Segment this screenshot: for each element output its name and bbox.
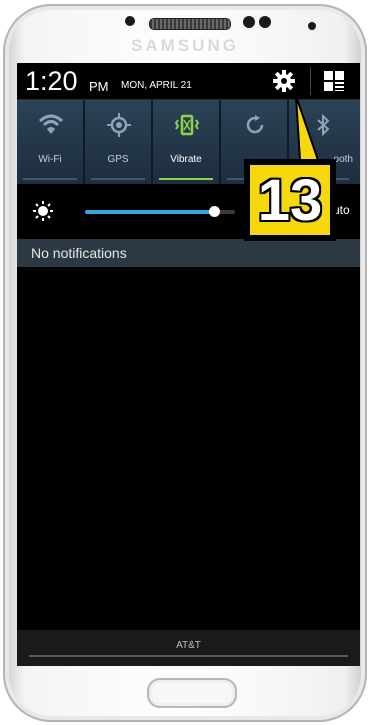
date-label: MON, APRIL 21 [121,80,192,91]
brightness-icon [33,201,53,221]
screen: 1:20 PM MON, APRIL 21 Wi-Fi GPS Vibrate … [17,63,360,666]
tile-vibrate[interactable]: Vibrate [153,100,221,184]
settings-gear-icon[interactable] [272,69,296,93]
notifications-header: No notifications [17,239,360,267]
carrier-bar: AT&T [17,630,360,666]
led-indicator [308,22,316,30]
tile-label: Vibrate [170,154,202,165]
tile-label: GPS [107,154,129,165]
wifi-icon [38,114,64,134]
clock-ampm: PM [89,79,109,94]
no-notifications-label: No notifications [31,245,127,261]
tile-wifi[interactable]: Wi-Fi [17,100,85,184]
tile-gps[interactable]: GPS [85,100,153,184]
gps-icon [107,113,131,137]
tile-indicator [159,178,213,180]
step-callout: 13 [244,159,336,241]
tile-indicator [91,178,145,180]
home-button[interactable] [147,678,237,708]
brightness-slider[interactable] [85,206,235,217]
drag-handle[interactable] [29,655,348,657]
tile-label: Wi-Fi [38,154,62,165]
callout-number: 13 [257,168,323,233]
carrier-label: AT&T [176,640,201,651]
bluetooth-icon [317,113,330,137]
screen-rotation-icon [246,115,264,134]
light-sensor [259,16,271,28]
brightness-slider-thumb[interactable] [209,206,220,217]
proximity-sensor [125,16,135,26]
callout-box: 13 [250,165,330,235]
clock-time: 1:20 [25,66,78,96]
vibrate-icon [174,114,200,136]
quick-settings-grid-icon[interactable] [322,69,346,93]
brand-logo: SAMSUNG [131,36,239,55]
earpiece-speaker [149,18,231,30]
front-camera [243,16,255,28]
tile-indicator [23,178,77,180]
brightness-slider-fill [85,210,214,214]
status-bar: 1:20 PM MON, APRIL 21 [17,63,360,100]
